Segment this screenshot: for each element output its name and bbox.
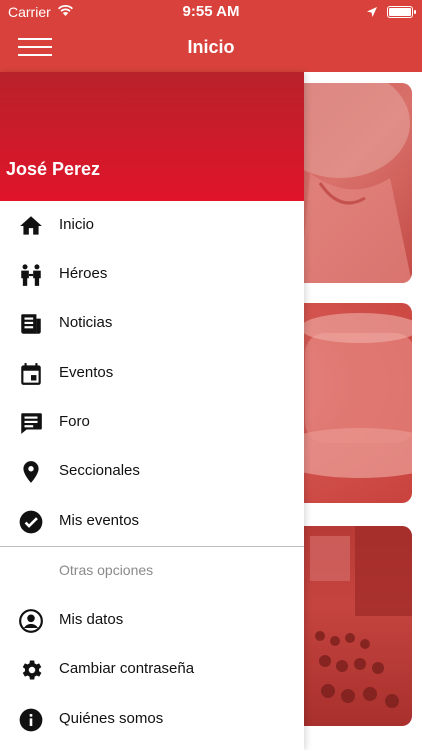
- drawer-item-label: Seccionales: [59, 462, 140, 479]
- drawer-item-label: Mis eventos: [59, 512, 140, 529]
- drawer-item-mis-datos[interactable]: Mis datos: [0, 600, 304, 640]
- location-arrow-icon: [366, 5, 378, 21]
- drawer-item-label: Quiénes somos: [59, 710, 164, 727]
- newspaper-icon: [18, 311, 44, 337]
- status-bar: Carrier 9:55 AM: [0, 0, 422, 24]
- drawer-item-inicio[interactable]: Inicio: [0, 205, 304, 245]
- account-circle-icon: [18, 608, 44, 634]
- top-app-bar: Inicio: [0, 24, 422, 72]
- drawer-item-label: Mis datos: [59, 611, 124, 628]
- drawer-header: José Perez: [0, 72, 304, 201]
- drawer-item-label: Héroes: [59, 265, 108, 282]
- navigation-drawer: José Perez Inicio Héroes Noticias Evento…: [0, 72, 304, 750]
- drawer-item-seccionales[interactable]: Seccionales: [0, 451, 304, 491]
- drawer-item-cambiar-contrasena[interactable]: Cambiar contraseña: [0, 649, 304, 689]
- drawer-divider: [0, 546, 304, 547]
- page-title: Inicio: [187, 37, 235, 57]
- drawer-item-quienes-somos[interactable]: Quiénes somos: [0, 699, 304, 739]
- drawer-item-noticias[interactable]: Noticias: [0, 303, 304, 343]
- home-icon: [18, 213, 44, 239]
- drawer-item-heroes[interactable]: Héroes: [0, 254, 304, 294]
- check-circle-icon: [18, 509, 44, 535]
- calendar-icon: [18, 361, 44, 387]
- people-icon: [18, 262, 44, 288]
- drawer-item-label: Foro: [59, 413, 90, 430]
- drawer-item-label: Inicio: [59, 216, 95, 233]
- info-icon: [18, 707, 44, 733]
- drawer-item-label: Noticias: [59, 314, 113, 331]
- settings-icon: [18, 657, 44, 683]
- drawer-item-foro[interactable]: Foro: [0, 402, 304, 442]
- user-name: José Perez: [6, 159, 101, 179]
- drawer-item-eventos[interactable]: Eventos: [0, 353, 304, 393]
- clock: 9:55 AM: [182, 3, 240, 20]
- drawer-item-mis-eventos[interactable]: Mis eventos: [0, 501, 304, 541]
- drawer-item-label: Cambiar contraseña: [59, 660, 195, 677]
- location-pin-icon: [18, 459, 44, 485]
- battery-icon: [387, 6, 416, 18]
- forum-icon: [18, 410, 44, 436]
- section-title: Otras opciones: [59, 562, 154, 578]
- drawer-item-label: Eventos: [59, 364, 114, 381]
